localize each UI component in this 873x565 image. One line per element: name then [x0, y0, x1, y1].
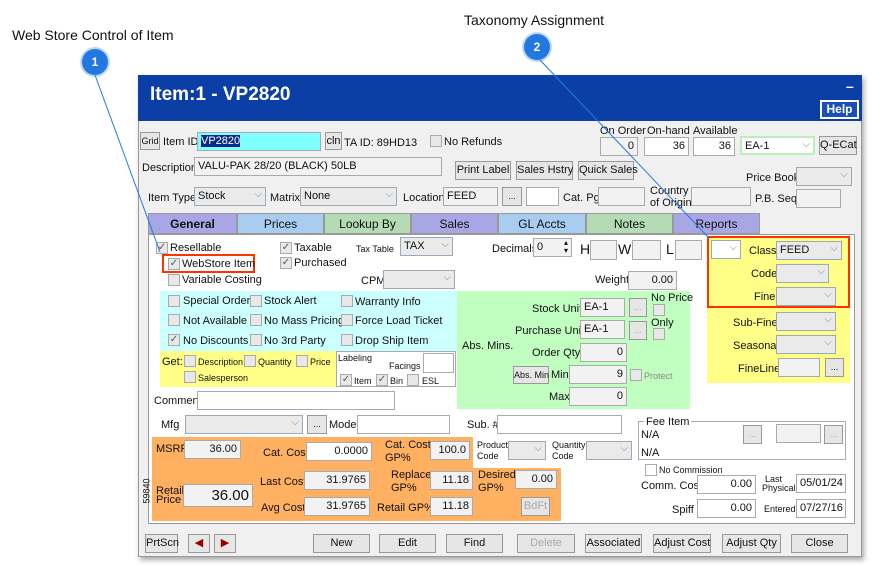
callout-1-line — [94, 74, 161, 253]
callout-lines — [94, 59, 710, 253]
callout-2-line — [539, 59, 710, 239]
